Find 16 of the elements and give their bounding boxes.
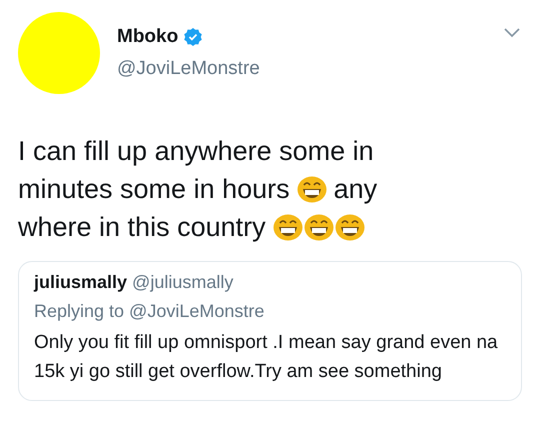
quoted-tweet-card[interactable]: juliusmally @juliusmally Replying to @JoviLeMonstre Only you fit fill up omnisport .I mean say grand even na 15k yi go still get overflow.Try am see something [18, 261, 522, 401]
author-handle[interactable]: @JoviLeMonstre [117, 58, 487, 80]
tweet-text: any [334, 174, 378, 204]
laughing-face-icon [296, 176, 327, 202]
tweet-text: minutes some in hours [18, 174, 290, 204]
tweet-text: where in this country [18, 212, 266, 242]
author-name[interactable]: Mboko [117, 26, 178, 48]
quoted-author-handle: @juliusmally [132, 272, 234, 293]
chevron-down-icon[interactable] [504, 28, 520, 38]
laughing-face-icon [334, 214, 365, 240]
laughing-face-icon [272, 214, 303, 240]
quoted-tweet-text: Only you fit fill up omnisport .I mean say grand even na 15k yi go still get overflow.Try am see something [34, 331, 499, 384]
tweet-text: I can fill up anywhere some in [18, 136, 374, 166]
quoted-author-name: juliusmally [34, 272, 128, 293]
laughing-face-icon [304, 214, 334, 240]
replying-to-text: Replying to @JoviLeMonstre [34, 301, 266, 322]
